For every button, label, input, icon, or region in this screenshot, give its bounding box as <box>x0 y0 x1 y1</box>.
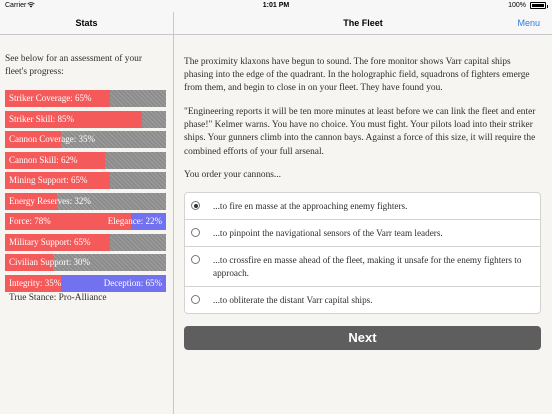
stat-bar-label: Military Support: 65% <box>9 236 91 247</box>
story-paragraph-1: The proximity klaxons have begun to soun… <box>184 57 530 94</box>
stat-bar-label: Striker Skill: 85% <box>9 113 74 124</box>
stat-bar: Cannon Skill: 62% <box>5 151 166 169</box>
choice-option[interactable]: ...to crossfire en masse ahead of the fl… <box>185 247 540 287</box>
stat-bar-label: Civilian Support: 30% <box>9 257 90 267</box>
choice-label: ...to pinpoint the navigational sensors … <box>213 228 443 238</box>
radio-button[interactable] <box>191 228 200 237</box>
stat-bar: Energy Reserves: 32% <box>5 192 166 210</box>
stat-bar-label: Energy Reserves: 32% <box>9 195 91 206</box>
stat-bar: Mining Support: 65% <box>5 172 166 189</box>
stats-pane: See below for an assessment of your flee… <box>0 36 173 414</box>
battery-icon <box>530 2 548 9</box>
choice-option[interactable]: ...to obliterate the distant Varr capita… <box>185 287 540 313</box>
stat-bar: Civilian Support: 30% <box>5 254 166 271</box>
clock: 1:01 PM <box>262 2 290 9</box>
stat-bar-label: Integrity: 35% <box>9 277 62 288</box>
menu-button[interactable]: Menu <box>517 18 540 28</box>
true-stance: True Stance: Pro-Alliance <box>9 293 107 303</box>
fleet-nav-bar: The Fleet Menu <box>174 12 552 35</box>
stat-bar: Military Support: 65% <box>5 233 166 251</box>
stat-bar: Force: 78% Elegance: 22% <box>5 213 166 230</box>
stat-bar-label: Cannon Coverage: 35% <box>9 134 95 144</box>
battery-percentage: 100% <box>508 2 526 9</box>
radio-button[interactable] <box>191 201 200 210</box>
choice-list: ...to fire en masse at the approaching e… <box>184 192 541 314</box>
fleet-pane: The proximity klaxons have begun to soun… <box>174 36 552 414</box>
stat-bar: Integrity: 35% Deception: 65% <box>5 274 166 292</box>
stat-bar-label: Mining Support: 65% <box>9 175 88 185</box>
next-button[interactable]: Next <box>184 326 541 350</box>
choice-label: ...to obliterate the distant Varr capita… <box>213 295 373 305</box>
story-paragraph-2: "Engineering reports it will be ten more… <box>184 107 536 157</box>
radio-button[interactable] <box>191 255 200 264</box>
stats-intro: See below for an assessment of your flee… <box>5 54 142 77</box>
stat-bar: Cannon Coverage: 35% <box>5 131 166 148</box>
choice-option[interactable]: ...to fire en masse at the approaching e… <box>185 193 540 220</box>
stats-title: Stats <box>75 18 98 28</box>
stat-bar-label: Striker Coverage: 65% <box>9 93 92 103</box>
choice-label: ...to fire en masse at the approaching e… <box>213 201 408 211</box>
radio-button[interactable] <box>191 295 200 304</box>
choice-prompt: You order your cannons... <box>184 170 281 180</box>
stat-bar-right-label: Elegance: 22% <box>107 216 162 226</box>
stat-bar: Striker Coverage: 65% <box>5 90 166 107</box>
stats-nav-bar: Stats <box>0 12 173 35</box>
choice-option[interactable]: ...to pinpoint the navigational sensors … <box>185 220 540 247</box>
stat-bar-label: Force: 78% <box>9 216 51 226</box>
fleet-title: The Fleet <box>343 18 383 28</box>
status-bar: Carrier 1:01 PM 100% <box>0 0 552 12</box>
stat-bar-right-label: Deception: 65% <box>103 277 162 288</box>
choice-label: ...to crossfire en masse ahead of the fl… <box>213 255 522 278</box>
stat-bar: Striker Skill: 85% <box>5 110 166 128</box>
stat-bar-label: Cannon Skill: 62% <box>9 154 78 165</box>
